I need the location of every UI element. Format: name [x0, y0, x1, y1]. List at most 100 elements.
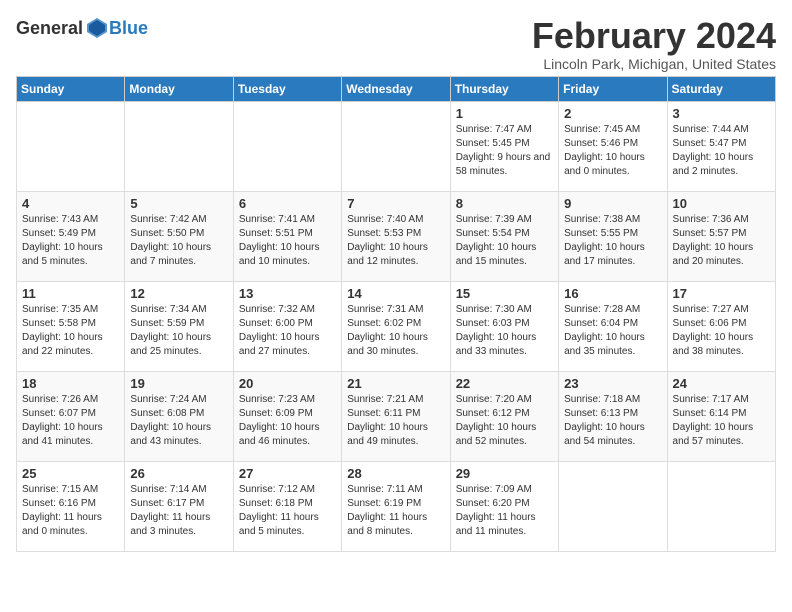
day-info: Sunrise: 7:34 AM Sunset: 5:59 PM Dayligh… [130, 303, 227, 359]
day-info: Sunrise: 7:15 AM Sunset: 6:16 PM Dayligh… [22, 483, 119, 539]
col-header-monday: Monday [125, 76, 233, 101]
day-number: 6 [239, 196, 336, 211]
day-number: 1 [456, 106, 553, 121]
day-info: Sunrise: 7:43 AM Sunset: 5:49 PM Dayligh… [22, 213, 119, 269]
day-cell [667, 461, 775, 551]
col-header-wednesday: Wednesday [342, 76, 450, 101]
day-number: 19 [130, 376, 227, 391]
week-row-0: 1Sunrise: 7:47 AM Sunset: 5:45 PM Daylig… [17, 101, 776, 191]
day-number: 24 [673, 376, 770, 391]
day-number: 23 [564, 376, 661, 391]
day-number: 12 [130, 286, 227, 301]
day-number: 14 [347, 286, 444, 301]
col-header-saturday: Saturday [667, 76, 775, 101]
day-info: Sunrise: 7:32 AM Sunset: 6:00 PM Dayligh… [239, 303, 336, 359]
day-cell: 29Sunrise: 7:09 AM Sunset: 6:20 PM Dayli… [450, 461, 558, 551]
day-number: 7 [347, 196, 444, 211]
day-cell: 18 Sunrise: 7:26 AM Sunset: 6:07 PM Dayli… [17, 371, 125, 461]
calendar-title: February 2024 [532, 16, 776, 56]
day-info: Sunrise: 7:14 AM Sunset: 6:17 PM Dayligh… [130, 483, 227, 539]
day-cell: 11Sunrise: 7:35 AM Sunset: 5:58 PM Dayli… [17, 281, 125, 371]
day-cell: 26 Sunrise: 7:14 AM Sunset: 6:17 PM Dayli… [125, 461, 233, 551]
day-number: 29 [456, 466, 553, 481]
day-cell: 17 Sunrise: 7:27 AM Sunset: 6:06 PM Dayli… [667, 281, 775, 371]
day-cell: 1Sunrise: 7:47 AM Sunset: 5:45 PM Daylig… [450, 101, 558, 191]
day-cell: 4 Sunrise: 7:43 AM Sunset: 5:49 PM Daylig… [17, 191, 125, 281]
day-number: 27 [239, 466, 336, 481]
week-row-3: 18 Sunrise: 7:26 AM Sunset: 6:07 PM Dayli… [17, 371, 776, 461]
day-info: Sunrise: 7:17 AM Sunset: 6:14 PM Dayligh… [673, 393, 770, 449]
day-number: 15 [456, 286, 553, 301]
day-cell [559, 461, 667, 551]
day-info: Sunrise: 7:44 AM Sunset: 5:47 PM Dayligh… [673, 123, 770, 179]
day-number: 5 [130, 196, 227, 211]
day-cell: 15 Sunrise: 7:30 AM Sunset: 6:03 PM Dayli… [450, 281, 558, 371]
day-number: 4 [22, 196, 119, 211]
day-info: Sunrise: 7:18 AM Sunset: 6:13 PM Dayligh… [564, 393, 661, 449]
day-number: 20 [239, 376, 336, 391]
day-cell: 24 Sunrise: 7:17 AM Sunset: 6:14 PM Dayli… [667, 371, 775, 461]
day-cell: 6 Sunrise: 7:41 AM Sunset: 5:51 PM Daylig… [233, 191, 341, 281]
day-info: Sunrise: 7:30 AM Sunset: 6:03 PM Dayligh… [456, 303, 553, 359]
day-cell: 28Sunrise: 7:11 AM Sunset: 6:19 PM Dayli… [342, 461, 450, 551]
day-cell: 7 Sunrise: 7:40 AM Sunset: 5:53 PM Daylig… [342, 191, 450, 281]
day-number: 22 [456, 376, 553, 391]
day-info: Sunrise: 7:40 AM Sunset: 5:53 PM Dayligh… [347, 213, 444, 269]
day-info: Sunrise: 7:31 AM Sunset: 6:02 PM Dayligh… [347, 303, 444, 359]
col-header-tuesday: Tuesday [233, 76, 341, 101]
day-info: Sunrise: 7:41 AM Sunset: 5:51 PM Dayligh… [239, 213, 336, 269]
day-info: Sunrise: 7:36 AM Sunset: 5:57 PM Dayligh… [673, 213, 770, 269]
day-number: 21 [347, 376, 444, 391]
day-cell: 8 Sunrise: 7:39 AM Sunset: 5:54 PM Daylig… [450, 191, 558, 281]
day-cell: 16 Sunrise: 7:28 AM Sunset: 6:04 PM Dayli… [559, 281, 667, 371]
logo-general: General [16, 18, 83, 39]
day-cell: 3 Sunrise: 7:44 AM Sunset: 5:47 PM Daylig… [667, 101, 775, 191]
day-cell: 27 Sunrise: 7:12 AM Sunset: 6:18 PM Dayli… [233, 461, 341, 551]
day-cell: 25Sunrise: 7:15 AM Sunset: 6:16 PM Dayli… [17, 461, 125, 551]
logo: General Blue [16, 16, 148, 40]
title-area: February 2024 Lincoln Park, Michigan, Un… [532, 16, 776, 72]
calendar-subtitle: Lincoln Park, Michigan, United States [532, 56, 776, 72]
col-header-sunday: Sunday [17, 76, 125, 101]
day-number: 16 [564, 286, 661, 301]
day-cell: 14 Sunrise: 7:31 AM Sunset: 6:02 PM Dayli… [342, 281, 450, 371]
day-cell: 5 Sunrise: 7:42 AM Sunset: 5:50 PM Daylig… [125, 191, 233, 281]
day-number: 8 [456, 196, 553, 211]
day-info: Sunrise: 7:27 AM Sunset: 6:06 PM Dayligh… [673, 303, 770, 359]
day-cell [233, 101, 341, 191]
week-row-4: 25Sunrise: 7:15 AM Sunset: 6:16 PM Dayli… [17, 461, 776, 551]
calendar-table: SundayMondayTuesdayWednesdayThursdayFrid… [16, 76, 776, 552]
col-header-thursday: Thursday [450, 76, 558, 101]
day-cell [342, 101, 450, 191]
logo-blue: Blue [109, 18, 148, 39]
day-info: Sunrise: 7:45 AM Sunset: 5:46 PM Dayligh… [564, 123, 661, 179]
col-header-friday: Friday [559, 76, 667, 101]
day-cell: 21 Sunrise: 7:21 AM Sunset: 6:11 PM Dayli… [342, 371, 450, 461]
day-cell [17, 101, 125, 191]
day-info: Sunrise: 7:35 AM Sunset: 5:58 PM Dayligh… [22, 303, 119, 359]
day-cell: 22Sunrise: 7:20 AM Sunset: 6:12 PM Dayli… [450, 371, 558, 461]
day-cell: 23 Sunrise: 7:18 AM Sunset: 6:13 PM Dayli… [559, 371, 667, 461]
day-info: Sunrise: 7:39 AM Sunset: 5:54 PM Dayligh… [456, 213, 553, 269]
day-number: 18 [22, 376, 119, 391]
day-cell: 12 Sunrise: 7:34 AM Sunset: 5:59 PM Dayli… [125, 281, 233, 371]
day-cell: 19Sunrise: 7:24 AM Sunset: 6:08 PM Dayli… [125, 371, 233, 461]
day-cell: 13 Sunrise: 7:32 AM Sunset: 6:00 PM Dayli… [233, 281, 341, 371]
day-info: Sunrise: 7:38 AM Sunset: 5:55 PM Dayligh… [564, 213, 661, 269]
day-number: 17 [673, 286, 770, 301]
week-row-1: 4 Sunrise: 7:43 AM Sunset: 5:49 PM Daylig… [17, 191, 776, 281]
day-number: 26 [130, 466, 227, 481]
day-info: Sunrise: 7:42 AM Sunset: 5:50 PM Dayligh… [130, 213, 227, 269]
day-number: 3 [673, 106, 770, 121]
day-cell [125, 101, 233, 191]
day-number: 28 [347, 466, 444, 481]
day-number: 9 [564, 196, 661, 211]
day-info: Sunrise: 7:21 AM Sunset: 6:11 PM Dayligh… [347, 393, 444, 449]
day-number: 13 [239, 286, 336, 301]
day-info: Sunrise: 7:26 AM Sunset: 6:07 PM Dayligh… [22, 393, 119, 449]
day-number: 2 [564, 106, 661, 121]
day-cell: 10Sunrise: 7:36 AM Sunset: 5:57 PM Dayli… [667, 191, 775, 281]
day-info: Sunrise: 7:12 AM Sunset: 6:18 PM Dayligh… [239, 483, 336, 539]
day-info: Sunrise: 7:28 AM Sunset: 6:04 PM Dayligh… [564, 303, 661, 359]
week-row-2: 11Sunrise: 7:35 AM Sunset: 5:58 PM Dayli… [17, 281, 776, 371]
